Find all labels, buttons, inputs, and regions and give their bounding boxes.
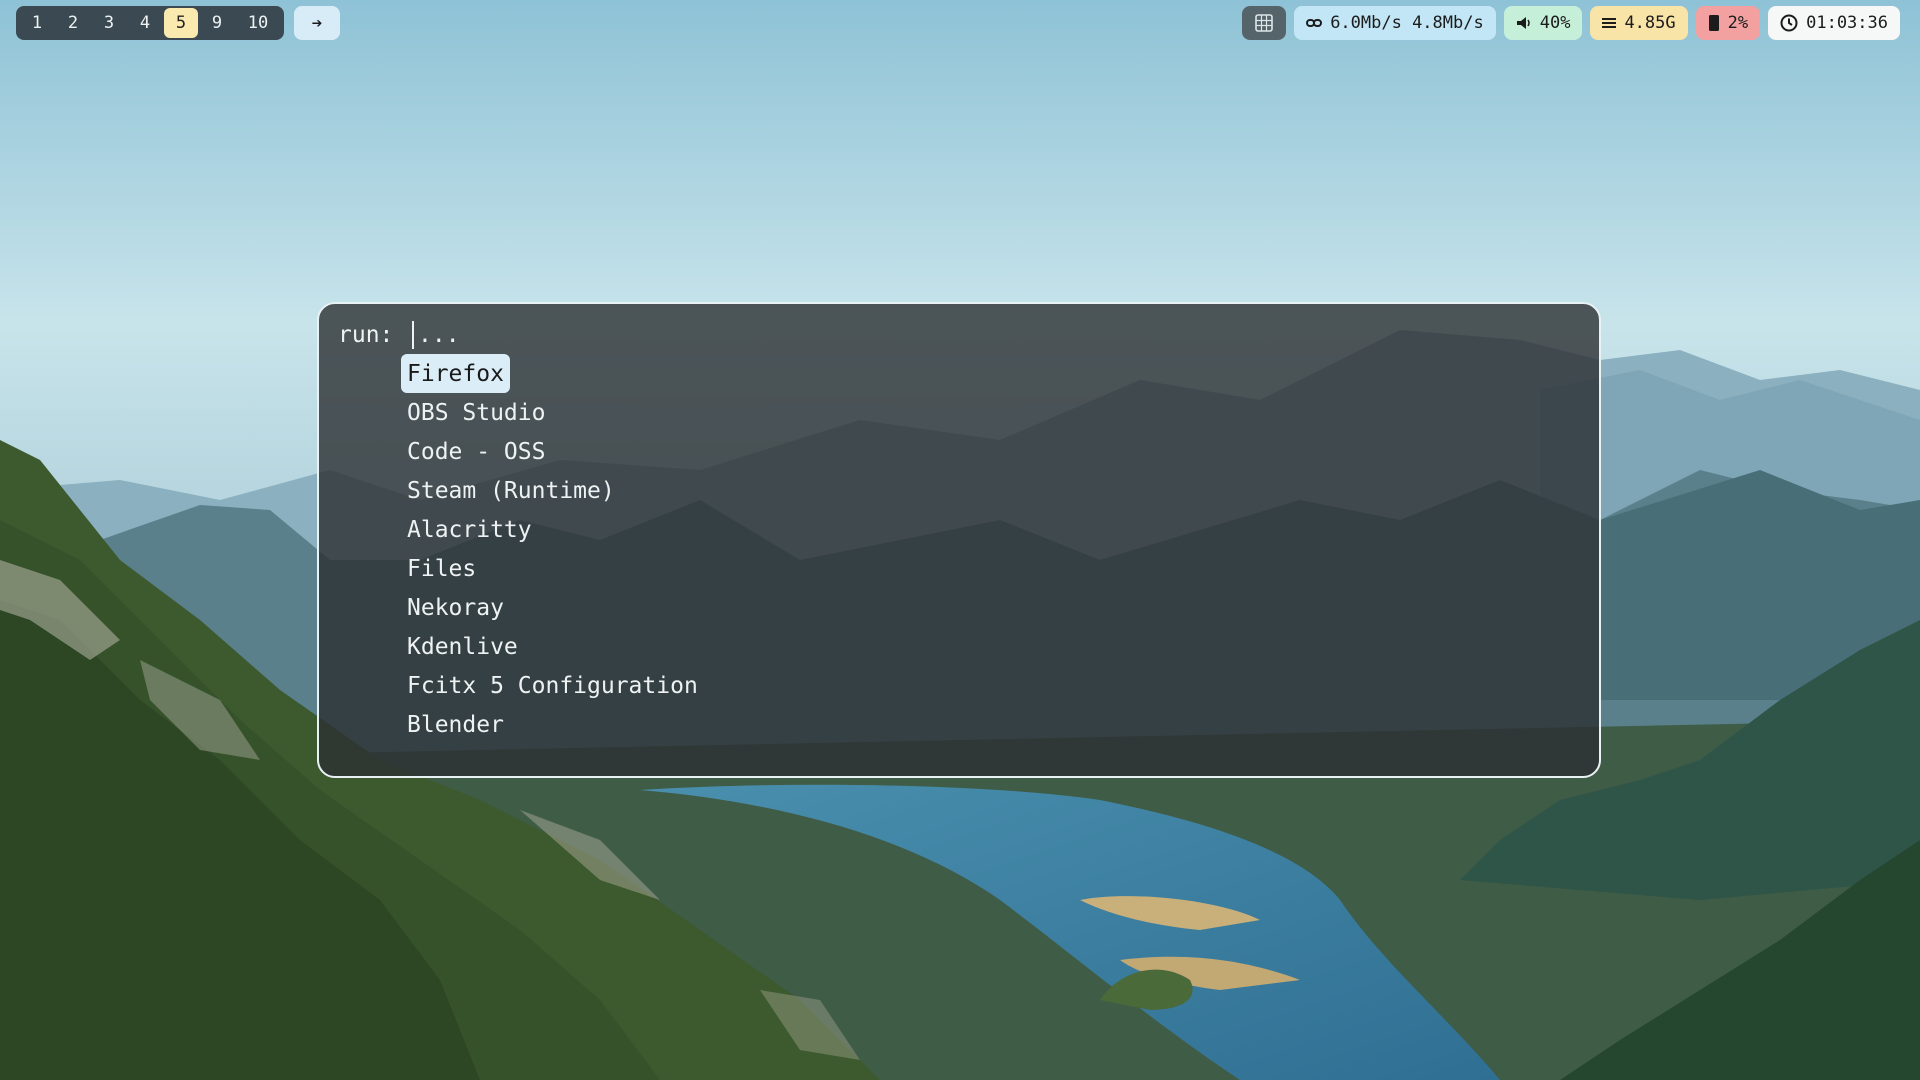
memory-usage: 4.85G	[1624, 13, 1676, 33]
status-modules: 6.0Mb/s 4.8Mb/s 40% 4.85G 2% 01:03:36	[1242, 6, 1900, 40]
workspace-5-active[interactable]: 5	[164, 8, 198, 38]
arrow-right-icon: ➔	[311, 12, 323, 34]
result-item[interactable]: Steam (Runtime)	[401, 471, 704, 510]
result-item[interactable]: Blender	[401, 705, 704, 744]
network-speed: 6.0Mb/s 4.8Mb/s	[1330, 13, 1484, 33]
clock-module[interactable]: 01:03:36	[1768, 6, 1900, 40]
run-launcher: run: Firefox OBS Studio Code - OSS Steam…	[317, 302, 1601, 778]
result-item[interactable]: Fcitx 5 Configuration	[401, 666, 704, 705]
cpu-module[interactable]: 2%	[1695, 6, 1761, 40]
memory-bars-icon	[1602, 16, 1617, 30]
prompt-label: run:	[338, 322, 394, 348]
result-item[interactable]: Code - OSS	[401, 432, 704, 471]
text-cursor	[412, 321, 414, 349]
workspace-3[interactable]: 3	[92, 8, 126, 38]
prompt-row: run:	[338, 318, 1018, 352]
result-item[interactable]: Alacritty	[401, 510, 704, 549]
result-item[interactable]: Kdenlive	[401, 627, 704, 666]
clock-icon	[1780, 14, 1798, 32]
result-item[interactable]: Files	[401, 549, 704, 588]
clock-time: 01:03:36	[1806, 13, 1888, 33]
workspace-4[interactable]: 4	[128, 8, 162, 38]
result-item-selected[interactable]: Firefox	[401, 354, 510, 393]
speaker-icon	[1516, 16, 1532, 30]
tray-grid-icon	[1255, 14, 1273, 32]
run-query-input[interactable]	[418, 322, 1018, 348]
workspace-10[interactable]: 10	[236, 8, 280, 38]
result-item[interactable]: Nekoray	[401, 588, 704, 627]
result-item[interactable]: OBS Studio	[401, 393, 704, 432]
volume-level: 40%	[1539, 13, 1571, 33]
workspace-switcher: 1 2 3 4 5 9 10	[16, 6, 284, 40]
result-list: Firefox OBS Studio Code - OSS Steam (Run…	[401, 354, 704, 744]
workspace-2[interactable]: 2	[56, 8, 90, 38]
cpu-usage: 2%	[1727, 13, 1749, 33]
network-module[interactable]: 6.0Mb/s 4.8Mb/s	[1294, 6, 1496, 40]
desktop: 1 2 3 4 5 9 10 ➔ 6.0Mb/s 4.8Mb/s 40% 4.8…	[0, 0, 1920, 1080]
system-tray[interactable]	[1242, 6, 1287, 40]
next-workspace-button[interactable]: ➔	[294, 6, 340, 40]
volume-module[interactable]: 40%	[1503, 6, 1583, 40]
workspace-1[interactable]: 1	[20, 8, 54, 38]
link-icon	[1306, 18, 1323, 28]
cpu-chip-icon	[1708, 15, 1720, 31]
memory-module[interactable]: 4.85G	[1590, 6, 1688, 40]
workspace-9[interactable]: 9	[200, 8, 234, 38]
